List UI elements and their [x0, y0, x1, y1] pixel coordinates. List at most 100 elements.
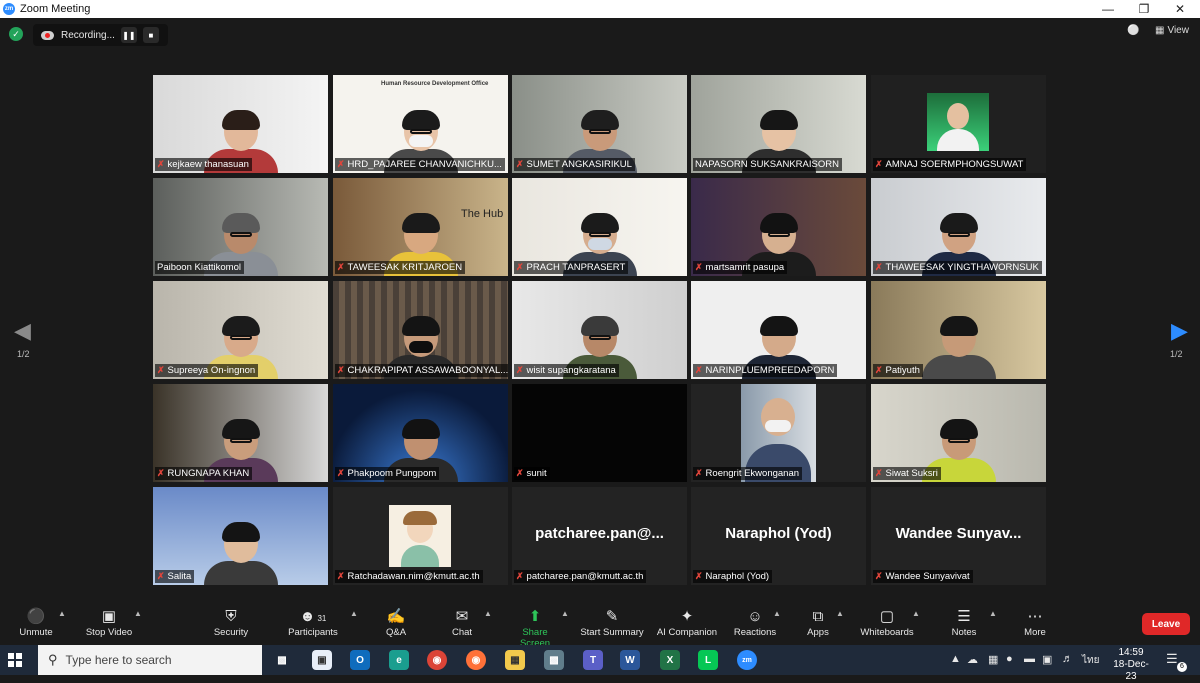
- network-icon[interactable]: ▣: [1042, 653, 1052, 666]
- battery-icon[interactable]: ▬: [1024, 653, 1035, 665]
- network-app-icon[interactable]: ▩: [544, 650, 564, 670]
- participant-tile[interactable]: ✗ wisit supangkaratana: [512, 281, 687, 379]
- prev-page-arrow-icon[interactable]: ◀: [14, 318, 31, 344]
- teams-app-icon[interactable]: T: [583, 650, 603, 670]
- task-view-icon[interactable]: ▩: [272, 650, 292, 670]
- participant-tile[interactable]: ✗ kejkaew thanasuan: [153, 75, 328, 173]
- participants-icon: ☻ 31: [299, 608, 327, 625]
- more-button[interactable]: ⋯ More: [1022, 607, 1048, 638]
- tray-expand-icon[interactable]: ▲: [950, 653, 961, 665]
- participant-tile[interactable]: Human Resource Development Office ✗ HRD_P…: [333, 75, 508, 173]
- whiteboards-caret-icon[interactable]: ▲: [912, 609, 920, 618]
- close-icon[interactable]: ✕: [1160, 0, 1200, 18]
- windows-start-icon[interactable]: [8, 653, 22, 667]
- device-icon[interactable]: ▦: [988, 653, 998, 666]
- security-shield-icon[interactable]: ✓: [9, 27, 23, 41]
- participant-tile[interactable]: ✗ RUNGNAPA KHAN: [153, 384, 328, 482]
- participant-tile[interactable]: ✗ Salita: [153, 487, 328, 585]
- participant-tile-active-speaker[interactable]: NAPASORN SUKSANKRAISORN: [691, 75, 866, 173]
- participant-tile[interactable]: ✗ Ratchadawan.nim@kmutt.ac.th: [333, 487, 508, 585]
- participant-name-label: ✗ sunit: [514, 467, 550, 480]
- excel-app-icon[interactable]: X: [660, 650, 680, 670]
- unmute-button[interactable]: ⚫ Unmute: [16, 607, 56, 638]
- firefox-browser-icon[interactable]: ◉: [466, 650, 486, 670]
- participant-tile[interactable]: Wandee Sunyav... ✗ Wandee Sunyavivat: [871, 487, 1046, 585]
- reactions-caret-icon[interactable]: ▲: [773, 609, 781, 618]
- person-icon[interactable]: ⚪: [1127, 25, 1139, 36]
- start-summary-button[interactable]: ✎ Start Summary: [579, 607, 645, 638]
- participant-tile[interactable]: ✗ Roengrit Ekwonganan: [691, 384, 866, 482]
- chat-button[interactable]: ✉ Chat: [449, 607, 475, 638]
- video-options-caret-icon[interactable]: ▲: [134, 609, 142, 618]
- participant-tile[interactable]: The Hub ✗ TAWEESAK KRITJAROEN: [333, 178, 508, 276]
- participant-name-label: ✗ Siwat Suksri: [873, 467, 941, 480]
- file-explorer-icon[interactable]: ▦: [505, 650, 525, 670]
- view-button[interactable]: ▦ View: [1155, 25, 1189, 36]
- participant-tile[interactable]: ✗ AMNAJ SOERMPHONGSUWAT: [871, 75, 1046, 173]
- share-screen-button[interactable]: ⬆ Share Screen: [506, 607, 564, 649]
- minimize-icon[interactable]: —: [1088, 0, 1128, 18]
- audio-options-caret-icon[interactable]: ▲: [58, 609, 66, 618]
- qa-button[interactable]: ✍ Q&A: [383, 607, 409, 638]
- participant-tile[interactable]: Naraphol (Yod) ✗ Naraphol (Yod): [691, 487, 866, 585]
- leave-button[interactable]: Leave: [1142, 613, 1190, 635]
- maximize-icon[interactable]: ❐: [1124, 0, 1164, 18]
- reactions-button[interactable]: ☺ Reactions: [733, 607, 777, 638]
- participant-tile[interactable]: ✗ PRACH TANPRASERT: [512, 178, 687, 276]
- chat-caret-icon[interactable]: ▲: [484, 609, 492, 618]
- participant-tile[interactable]: ✗ Patiyuth: [871, 281, 1046, 379]
- pause-icon[interactable]: ❚❚: [120, 27, 137, 43]
- participant-tile[interactable]: ✗ Supreeya On-ingnon: [153, 281, 328, 379]
- notification-icon[interactable]: ☰: [1166, 651, 1178, 667]
- participant-tile[interactable]: patcharee.pan@... ✗ patcharee.pan@kmutt.a…: [512, 487, 687, 585]
- zoom-app-icon: zm: [3, 3, 15, 15]
- outlook-app-icon[interactable]: O: [350, 650, 370, 670]
- participants-button[interactable]: ☻ 31 Participants: [286, 607, 340, 638]
- store-app-icon[interactable]: ▣: [312, 650, 332, 670]
- participant-tile[interactable]: ✗ NARINPLUEMPREEDAPORN: [691, 281, 866, 379]
- zoom-taskbar-icon[interactable]: zm: [737, 650, 757, 670]
- chrome-browser-icon[interactable]: ◉: [427, 650, 447, 670]
- participant-tile[interactable]: ✗ Phakpoom Pungpom: [333, 384, 508, 482]
- participant-name-label: ✗ TAWEESAK KRITJAROEN: [335, 261, 466, 274]
- notes-caret-icon[interactable]: ▲: [989, 609, 997, 618]
- microphone-tray-icon[interactable]: ●: [1006, 653, 1013, 665]
- security-button[interactable]: ⛨ Security: [210, 607, 252, 638]
- line-app-icon[interactable]: L: [698, 650, 718, 670]
- word-app-icon[interactable]: W: [620, 650, 640, 670]
- participant-tile[interactable]: ✗ THAWEESAK YINGTHAWORNSUK: [871, 178, 1046, 276]
- windows-taskbar: ⚲ Type here to search ▩ ▣ O e ◉ ◉ ▦ ▩ T …: [0, 645, 1200, 682]
- participant-name-label: ✗ AMNAJ SOERMPHONGSUWAT: [873, 158, 1027, 171]
- next-page-arrow-icon[interactable]: ▶: [1171, 318, 1188, 344]
- participant-tile[interactable]: Paiboon Kiattikomol: [153, 178, 328, 276]
- mic-muted-icon: ✗: [875, 571, 883, 581]
- whiteboards-button[interactable]: ▢ Whiteboards: [858, 607, 916, 638]
- language-indicator[interactable]: ไทย: [1082, 653, 1099, 668]
- edge-browser-icon[interactable]: e: [389, 650, 409, 670]
- onedrive-cloud-icon[interactable]: ☁: [967, 653, 978, 666]
- participant-name-label: ✗ Roengrit Ekwonganan: [693, 467, 803, 480]
- participant-tile[interactable]: ✗ Siwat Suksri: [871, 384, 1046, 482]
- mic-muted-icon: ✗: [516, 571, 524, 581]
- participant-tile[interactable]: ✗ CHAKRAPIPAT ASSAWABOONYAL...: [333, 281, 508, 379]
- notes-icon: ☰: [957, 608, 971, 625]
- backdrop-hub-text: The Hub: [461, 208, 504, 220]
- apps-caret-icon[interactable]: ▲: [836, 609, 844, 618]
- volume-icon[interactable]: ♬: [1062, 653, 1073, 665]
- ai-companion-button[interactable]: ✦ AI Companion: [655, 607, 719, 638]
- share-caret-icon[interactable]: ▲: [561, 609, 569, 618]
- participant-tile[interactable]: ✗ martsamrit pasupa: [691, 178, 866, 276]
- stop-video-button[interactable]: ▣ Stop Video: [82, 607, 136, 638]
- participant-tile[interactable]: ✗ SUMET ANGKASIRIKUL: [512, 75, 687, 173]
- view-label: View: [1167, 25, 1189, 36]
- summary-icon: ✎: [605, 608, 619, 625]
- participant-name-label: ✗ Phakpoom Pungpom: [335, 467, 440, 480]
- notes-button[interactable]: ☰ Notes: [950, 607, 978, 638]
- participant-tile[interactable]: ✗ sunit: [512, 384, 687, 482]
- participants-caret-icon[interactable]: ▲: [350, 609, 358, 618]
- taskbar-search-box[interactable]: ⚲ Type here to search: [38, 645, 262, 675]
- stop-icon[interactable]: ■: [142, 27, 159, 43]
- apps-button[interactable]: ⧉ Apps: [805, 607, 831, 638]
- taskbar-clock[interactable]: 14:59 18-Dec-23: [1108, 647, 1154, 683]
- search-icon: ⚲: [48, 652, 58, 667]
